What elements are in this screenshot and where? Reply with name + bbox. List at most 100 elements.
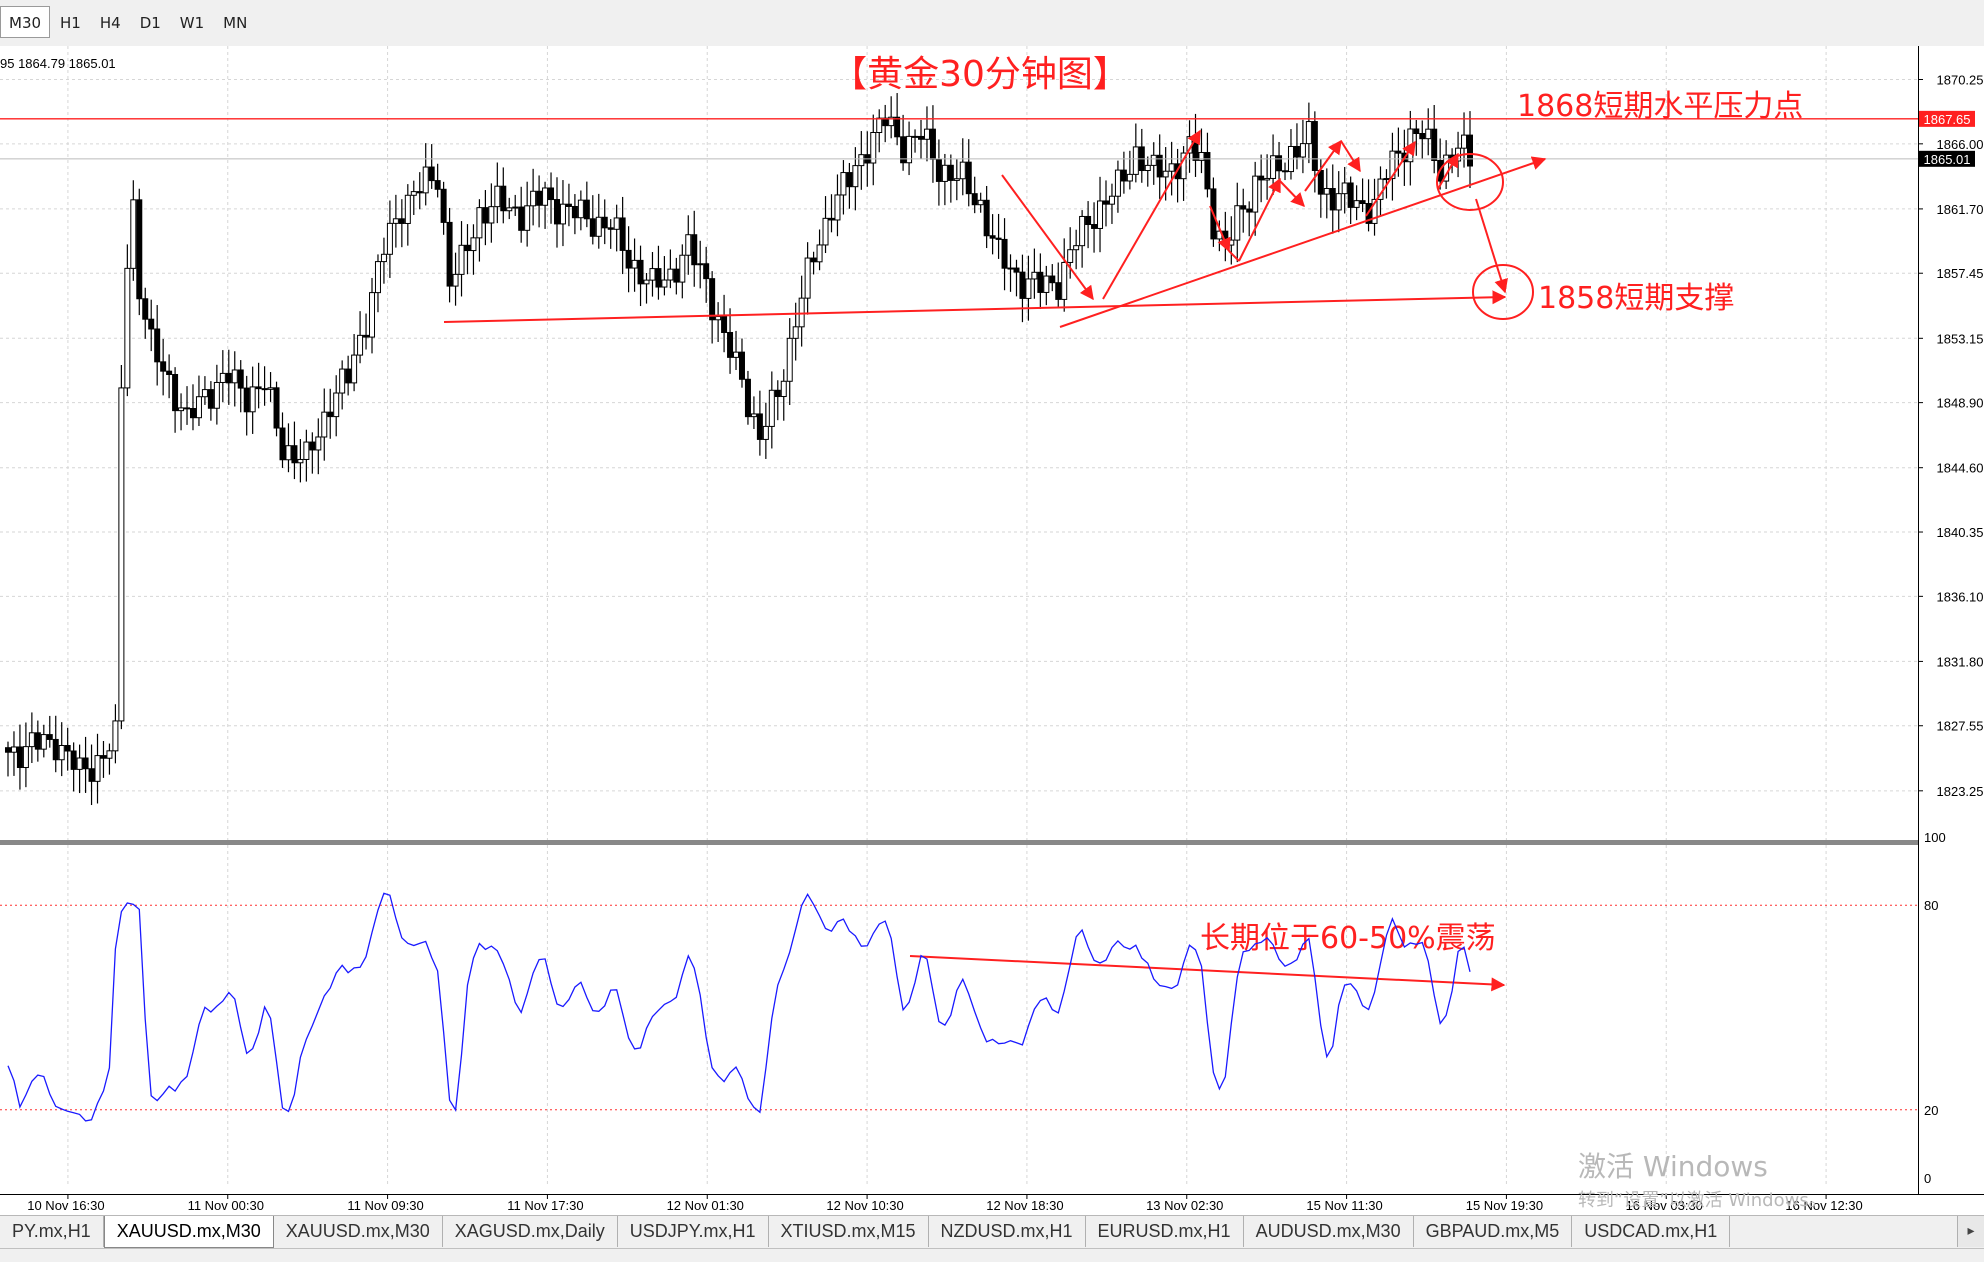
chart-tab[interactable]: NZDUSD.mx,H1 <box>929 1216 1086 1247</box>
chart-tab[interactable]: EURUSD.mx,H1 <box>1086 1216 1244 1247</box>
candle-body-down <box>464 244 471 252</box>
candle-body-down <box>154 328 161 363</box>
chart-area[interactable]: 1870.25 1866.00 1861.70 1857.45 1853.15 1848.… <box>0 46 1984 1215</box>
candle-body-up <box>28 732 35 748</box>
candle-body-up <box>762 425 769 440</box>
candle-body-up <box>285 445 292 461</box>
candle-body-down <box>655 268 662 288</box>
candle-body-up <box>22 746 29 769</box>
candle-body-down <box>273 387 280 429</box>
chart-tab[interactable]: XAUUSD.mx,M30 <box>103 1216 274 1248</box>
chart-tab[interactable]: USDCAD.mx,H1 <box>1572 1216 1731 1247</box>
candle-body-up <box>94 755 101 782</box>
candle-body-down <box>912 135 919 138</box>
candle-body-up <box>631 259 638 269</box>
candle-body-down <box>673 268 680 283</box>
candle-body-up <box>303 441 310 460</box>
price-tick-label: 1870.25 <box>1937 73 1984 88</box>
chart-tab[interactable]: XAGUSD.mx,Daily <box>443 1216 618 1247</box>
candle-body-up <box>834 194 841 221</box>
candle-body-up <box>780 380 787 398</box>
chart-tab[interactable]: XTIUSD.mx,M15 <box>769 1216 929 1247</box>
candle-body-down <box>255 386 262 390</box>
candle-body-down <box>1317 169 1324 195</box>
candle-body-up <box>178 407 185 412</box>
candle-body-down <box>589 218 596 237</box>
candle-body-down <box>828 217 835 221</box>
timeframe-button-h1[interactable]: H1 <box>51 6 90 38</box>
chart-tab[interactable]: AUDUSD.mx,M30 <box>1244 1216 1414 1247</box>
timeframe-button-mn[interactable]: MN <box>214 6 256 38</box>
candle-body-down <box>709 278 716 321</box>
candle-body-down <box>918 135 925 140</box>
chart-title: 【黄金30分钟图】 <box>831 54 1129 95</box>
candle-body-down <box>518 206 525 231</box>
candle-body-down <box>1419 133 1426 140</box>
candle-body-down <box>625 249 632 269</box>
price-tick-label: 1827.55 <box>1937 719 1984 734</box>
candle-body-up <box>649 268 656 281</box>
candle <box>273 381 280 437</box>
resistance-annotation: 1868短期水平压力点 <box>1517 89 1803 124</box>
candle-body-down <box>225 372 232 384</box>
candle-body-up <box>58 744 65 761</box>
candle-body-down <box>1347 182 1354 208</box>
chart-tab[interactable]: GBPAUD.mx,M5 <box>1414 1216 1573 1247</box>
candle-body-down <box>894 116 901 138</box>
candle-body-up <box>1150 154 1157 166</box>
candle-body-up <box>374 261 381 294</box>
candle-body-down <box>64 744 71 752</box>
chart-tab[interactable]: PY.mx,H1 <box>0 1216 104 1247</box>
candle-body-up <box>369 292 376 338</box>
candle-body-down <box>1467 134 1473 167</box>
candle-body-up <box>10 746 17 753</box>
candle-body-up <box>715 316 722 321</box>
candle-body-down <box>1395 150 1402 154</box>
candle-body-down <box>607 227 614 230</box>
candle-body-up <box>118 387 125 722</box>
candle-body-down <box>5 747 11 753</box>
candle-body-up <box>488 206 495 224</box>
timeframe-button-h4[interactable]: H4 <box>91 6 130 38</box>
indicator-tick-label: 100 <box>1924 830 1946 845</box>
candle-body-down <box>136 199 143 300</box>
candle-body-down <box>691 234 698 266</box>
candle-body-up <box>822 217 829 246</box>
price-tick-label: 1853.15 <box>1937 331 1984 346</box>
timeframe-button-d1[interactable]: D1 <box>131 6 170 38</box>
time-tick-label: 10 Nov 16:30 <box>27 1198 104 1213</box>
timeframe-button-w1[interactable]: W1 <box>171 6 213 38</box>
price-tick-label: 1861.70 <box>1937 202 1984 217</box>
candle-body-down <box>100 755 107 759</box>
candle-body-up <box>1073 245 1080 251</box>
candle-body-down <box>1001 238 1008 269</box>
candle-body-up <box>1108 195 1115 205</box>
candle-body-up <box>1031 271 1038 280</box>
candle-body-up <box>524 205 531 231</box>
tab-scroll-arrow-icon[interactable]: ▸ <box>1957 1216 1984 1247</box>
candle-body-up <box>351 354 358 384</box>
candle-body-down <box>947 164 954 181</box>
candle-body-up <box>1025 278 1032 299</box>
indicator-tick-label: 0 <box>1924 1171 1931 1186</box>
candle-body-down <box>1413 128 1420 135</box>
candle-body-up <box>213 381 220 409</box>
chart-tab[interactable]: XAUUSD.mx,M30 <box>274 1216 443 1247</box>
candle-body-down <box>1037 271 1044 293</box>
candle-body-up <box>804 257 811 299</box>
candle-body-up <box>1299 143 1306 158</box>
price-tick-label: 1857.45 <box>1937 266 1984 281</box>
candle-body-down <box>1293 145 1300 158</box>
chart-tabs-bar: PY.mx,H1 XAUUSD.mx,M30 XAUUSD.mx,M30 XAGUSD… <box>0 1215 1984 1248</box>
candle-body-down <box>446 221 453 287</box>
candle-body-up <box>840 172 847 196</box>
candle-body-down <box>774 389 781 398</box>
candle-body-down <box>1329 188 1336 211</box>
candle-body-down <box>34 732 41 750</box>
candle-body-down <box>744 378 751 418</box>
chart-tab[interactable]: USDJPY.mx,H1 <box>618 1216 769 1247</box>
candle-body-up <box>321 411 328 438</box>
candle-body-down <box>971 193 978 206</box>
time-tick-label: 13 Nov 02:30 <box>1146 1198 1223 1213</box>
timeframe-button-m30[interactable]: M30 <box>0 6 51 38</box>
